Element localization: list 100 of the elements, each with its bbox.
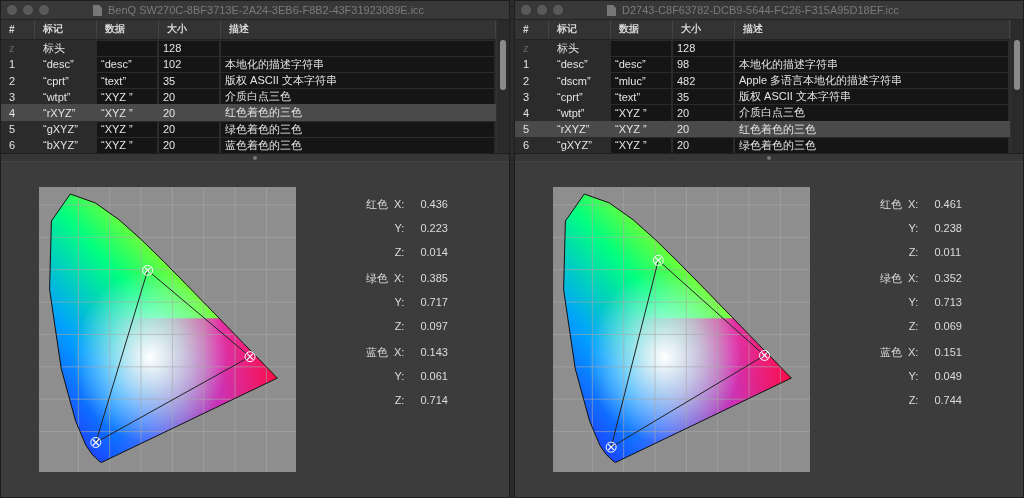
table-cell: “desc” <box>97 56 157 72</box>
table-cell-text: 2 <box>8 73 17 89</box>
table-cell-text: 3 <box>522 89 531 105</box>
table-cell-text: 4 <box>8 106 17 121</box>
table-cell-text: “XYZ ” <box>100 106 134 121</box>
table-cell: 128 <box>673 40 733 56</box>
column-header[interactable]: 数据 <box>611 20 673 39</box>
table-cell: 35 <box>673 89 733 105</box>
table-cell: 本地化的描述字符串 <box>735 56 1008 72</box>
coordinate-value: 0.223 <box>420 221 448 236</box>
primary-label: 蓝色 <box>880 345 902 360</box>
table-cell-text: “desc” <box>42 57 75 72</box>
table-cell-text: 红色着色的三色 <box>224 105 303 121</box>
table-cell-text: 5 <box>522 122 531 137</box>
table-cell-text: “cprt” <box>42 73 70 89</box>
table-cell-text: “desc” <box>556 57 589 72</box>
column-header[interactable]: 大小 <box>159 20 221 39</box>
coordinate-value: 0.714 <box>420 393 448 408</box>
window-title: D2743-C8F63782-DCB9-5644-FC26-F315A95D18EF.icc <box>622 4 899 16</box>
column-header[interactable]: 大小 <box>673 20 735 39</box>
axis-label: Y: <box>394 221 405 236</box>
document-icon <box>607 4 616 16</box>
column-header[interactable]: 标记 <box>549 20 611 39</box>
table-cell: “XYZ ” <box>611 105 671 121</box>
table-cell: 20 <box>673 105 733 121</box>
table-cell: 20 <box>159 137 219 153</box>
primary-label: 蓝色 <box>366 345 388 360</box>
axis-label: Z: <box>908 245 919 260</box>
coordinate-value: 0.713 <box>934 295 962 310</box>
table-cell: “desc” <box>611 56 671 72</box>
column-header[interactable]: 数据 <box>97 20 159 39</box>
table-cell-text: 标头 <box>556 40 580 56</box>
table-cell-text: 5 <box>8 122 17 137</box>
table-cell-text: “bXYZ” <box>42 138 79 153</box>
table-cell-text: 1 <box>522 57 531 72</box>
column-header[interactable]: # <box>515 20 549 39</box>
coordinate-value: 0.143 <box>420 345 448 360</box>
coordinate-value: 0.352 <box>934 271 962 286</box>
axis-label: X: <box>908 271 919 286</box>
coordinate-value: 0.436 <box>420 197 448 212</box>
table-cell: 本地化的描述字符串 <box>221 56 494 72</box>
table-cell: 版权 ASCII 文本字符串 <box>221 73 494 89</box>
coordinate-value: 0.069 <box>934 319 962 334</box>
table-cell <box>97 40 157 56</box>
table-cell: “XYZ ” <box>97 121 157 137</box>
table-cell: “text” <box>97 73 157 89</box>
split-handle[interactable] <box>1 153 509 162</box>
table-cell: Apple 多语言本地化的描述字符串 <box>735 73 1008 89</box>
table-cell: 蓝色着色的三色 <box>221 137 494 153</box>
table-cell: 482 <box>673 73 733 89</box>
scrollbar[interactable] <box>496 20 509 153</box>
coordinate-value: 0.097 <box>420 319 448 334</box>
table-cell-text: “wtpt” <box>42 89 72 105</box>
document-icon <box>93 4 102 16</box>
table-cell: 20 <box>159 121 219 137</box>
axis-label: X: <box>908 197 919 212</box>
table-cell: 102 <box>159 56 219 72</box>
table-cell <box>611 40 671 56</box>
table-cell-text: “dscm” <box>556 73 592 89</box>
split-handle[interactable] <box>515 153 1023 162</box>
table-row[interactable]: 4 “rXYZ” “XYZ ” 20 红色着色的三色 <box>1 104 496 121</box>
axis-label: Z: <box>394 245 405 260</box>
table-cell-text: 20 <box>676 122 691 137</box>
axis-label: X: <box>394 345 405 360</box>
column-header[interactable]: # <box>1 20 35 39</box>
table-cell: 128 <box>159 40 219 56</box>
coordinate-value: 0.061 <box>420 369 448 384</box>
coordinate-value: 0.461 <box>934 197 962 212</box>
table-cell: “text” <box>611 89 671 105</box>
axis-label: Z: <box>908 319 919 334</box>
table-cell-text: “gXYZ” <box>42 122 79 137</box>
axis-label: Y: <box>908 369 919 384</box>
coordinate-value: 0.011 <box>934 245 962 260</box>
table-cell-text: 20 <box>162 106 177 121</box>
coordinate-value: 0.717 <box>420 295 448 310</box>
coordinate-value: 0.049 <box>934 369 962 384</box>
table-cell: “XYZ ” <box>97 137 157 153</box>
coordinate-value: 0.744 <box>934 393 962 408</box>
axis-label: Y: <box>394 369 405 384</box>
table-cell-text: 6 <box>8 138 17 153</box>
table-cell-text: 4 <box>522 106 531 121</box>
scrollbar[interactable] <box>1010 20 1023 153</box>
coordinate-value: 0.151 <box>934 345 962 360</box>
table-cell: 介质白点三色 <box>221 89 494 105</box>
column-header[interactable]: 标记 <box>35 20 97 39</box>
axis-label: X: <box>394 271 405 286</box>
axis-label: Y: <box>908 221 919 236</box>
table-cell: 版权 ASCII 文本字符串 <box>735 89 1008 105</box>
table-cell-text: “rXYZ” <box>556 122 591 137</box>
table-cell-text: 2 <box>522 73 531 89</box>
table-cell: 98 <box>673 56 733 72</box>
table-cell-text: “cprt” <box>556 89 584 105</box>
primary-label: 绿色 <box>366 271 388 286</box>
table-cell-text: 6 <box>522 138 531 153</box>
table-cell-text: 标头 <box>42 40 66 56</box>
table-cell-text: 3 <box>8 89 17 105</box>
coordinate-value: 0.238 <box>934 221 962 236</box>
table-cell: 绿色着色的三色 <box>221 121 494 137</box>
coordinate-value: 0.014 <box>420 245 448 260</box>
coordinate-value: 0.385 <box>420 271 448 286</box>
